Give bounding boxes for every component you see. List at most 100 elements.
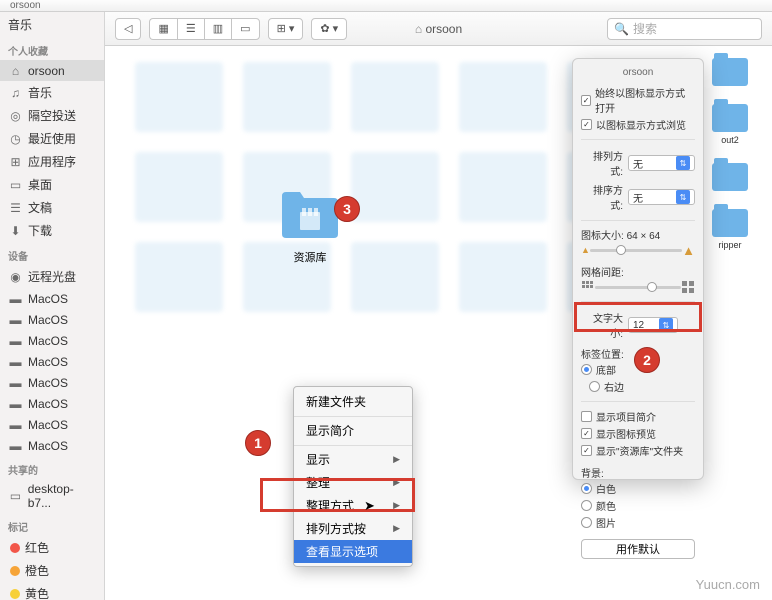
home-icon: ⌂ — [8, 63, 23, 78]
gallery-view-button[interactable]: ▭ — [231, 18, 259, 40]
sidebar-item-label: MacOS — [28, 418, 68, 432]
sidebar-item[interactable]: ◎ 隔空投送 — [0, 104, 104, 127]
drive-icon: ▬ — [8, 291, 23, 306]
sort-select[interactable]: 无⇅ — [628, 189, 695, 205]
grid-large-icon — [681, 280, 695, 294]
sidebar-item-label: 文稿 — [28, 199, 52, 216]
sidebar-item-label: 应用程序 — [28, 153, 76, 170]
sidebar-item[interactable]: ▬MacOS — [0, 309, 104, 330]
sidebar-title: 音乐 — [0, 12, 104, 37]
context-menu-item[interactable]: 显示简介 — [294, 416, 412, 442]
bg-color-radio[interactable]: 颜色 — [581, 497, 695, 514]
annotation-box-2 — [574, 302, 702, 332]
sidebar-item[interactable]: ◉ 远程光盘 — [0, 265, 104, 288]
view-options-popup: orsoon 始终以图标显示方式打开 以图标显示方式浏览 排列方式: 无⇅ 排序… — [572, 58, 704, 480]
arrange-select[interactable]: 无⇅ — [628, 155, 695, 171]
sidebar-item[interactable]: 黄色 — [0, 582, 104, 600]
bg-image-radio[interactable]: 图片 — [581, 514, 695, 531]
cursor-icon: ➤ — [364, 498, 375, 514]
always-icon-checkbox[interactable]: 始终以图标显示方式打开 — [581, 84, 695, 116]
sidebar-item[interactable]: ▬MacOS — [0, 351, 104, 372]
sidebar-item[interactable]: ⌂ orsoon — [0, 60, 104, 81]
back-button[interactable]: ◁ — [115, 18, 141, 40]
sidebar-item-label: desktop-b7... — [28, 482, 96, 510]
icon-size-slider[interactable]: ▲▲ — [581, 242, 695, 258]
airdrop-icon: ◎ — [8, 108, 23, 123]
arrange-row: 排列方式: 无⇅ — [581, 146, 695, 180]
sidebar-item-label: MacOS — [28, 376, 68, 390]
sidebar-item[interactable]: ♫音乐 — [0, 81, 104, 104]
clock-icon: ◷ — [8, 131, 23, 146]
action-button[interactable]: ✿ ▾ — [311, 18, 347, 40]
use-default-button[interactable]: 用作默认 — [581, 539, 695, 559]
sidebar-item-label: 音乐 — [28, 84, 52, 101]
sidebar-item[interactable]: ⊞应用程序 — [0, 150, 104, 173]
view-mode-group: ▦ ☰ ▥ ▭ — [149, 18, 259, 40]
context-menu-item[interactable]: 新建文件夹 — [294, 390, 412, 413]
disk-icon: ◉ — [8, 269, 23, 284]
file-item[interactable]: ripper — [705, 209, 755, 250]
grid-spacing-label: 网格间距: — [581, 264, 695, 279]
search-input[interactable]: 🔍 搜索 — [607, 18, 762, 40]
sidebar-item[interactable]: ◷ 最近使用 — [0, 127, 104, 150]
show-preview-checkbox[interactable]: 显示图标预览 — [581, 425, 695, 442]
sidebar-item[interactable]: ▬MacOS — [0, 393, 104, 414]
context-menu-item[interactable]: 查看显示选项 — [294, 540, 412, 563]
sidebar-item-label: orsoon — [28, 64, 65, 78]
sidebar-item[interactable]: ☰ 文稿 — [0, 196, 104, 219]
sidebar-item[interactable]: ▬ MacOS — [0, 435, 104, 456]
context-menu-item[interactable]: 排列方式按▶ — [294, 517, 412, 540]
sidebar-item[interactable]: ▬ MacOS — [0, 288, 104, 309]
sidebar-section-header: 标记 — [0, 513, 104, 536]
sidebar-item-label: 橙色 — [25, 562, 49, 579]
drive-icon: ▬ — [8, 417, 23, 432]
library-folder[interactable]: 资源库 — [280, 190, 340, 265]
sidebar-item-label: MacOS — [28, 292, 68, 306]
popup-title: orsoon — [581, 67, 695, 84]
drive-icon: ▬ — [8, 333, 23, 348]
drive-icon: ▬ — [8, 375, 23, 390]
chevron-right-icon: ▶ — [393, 523, 400, 534]
label-right-radio[interactable]: 右边 — [589, 378, 624, 395]
sidebar-item-label: 最近使用 — [28, 130, 76, 147]
sidebar-item[interactable]: ▭桌面 — [0, 173, 104, 196]
sidebar-item-label: 远程光盘 — [28, 268, 76, 285]
sidebar-item-label: 黄色 — [25, 585, 49, 600]
bg-white-radio[interactable]: 白色 — [581, 480, 695, 497]
sidebar-item[interactable]: ▭desktop-b7... — [0, 479, 104, 513]
annotation-badge-2: 2 — [634, 347, 660, 373]
context-menu-item[interactable]: 显示▶ — [294, 445, 412, 471]
sidebar-item-label: 隔空投送 — [28, 107, 76, 124]
sidebar-item[interactable]: 橙色 — [0, 559, 104, 582]
annotation-box-1 — [260, 478, 415, 512]
drive-icon: ▬ — [8, 438, 23, 453]
annotation-badge-1: 1 — [245, 430, 271, 456]
file-item[interactable] — [705, 163, 755, 191]
doc-icon: ☰ — [8, 200, 23, 215]
grid-spacing-slider[interactable] — [581, 279, 695, 295]
sidebar-item[interactable]: ▬ MacOS — [0, 330, 104, 351]
desktop-icon: ▭ — [8, 177, 23, 192]
chevron-right-icon: ▶ — [393, 454, 400, 465]
show-library-checkbox[interactable]: 显示"资源库"文件夹 — [581, 442, 695, 459]
sidebar-item[interactable]: 红色 — [0, 536, 104, 559]
sidebar-item[interactable]: ⬇下载 — [0, 219, 104, 242]
list-view-button[interactable]: ☰ — [177, 18, 204, 40]
column-view-button[interactable]: ▥ — [204, 18, 231, 40]
tag-dot-icon — [10, 543, 20, 553]
sidebar-item-label: MacOS — [28, 439, 68, 453]
icon-view-button[interactable]: ▦ — [149, 18, 176, 40]
search-icon: 🔍 — [614, 22, 629, 36]
arrange-button[interactable]: ⊞ ▾ — [268, 18, 304, 40]
browse-icon-checkbox[interactable]: 以图标显示方式浏览 — [581, 116, 695, 133]
sidebar-section-header: 设备 — [0, 242, 104, 265]
file-item[interactable]: out2 — [705, 104, 755, 145]
file-item[interactable] — [705, 58, 755, 86]
sidebar-item[interactable]: ▬ MacOS — [0, 414, 104, 435]
sort-row: 排序方式: 无⇅ — [581, 180, 695, 214]
folder-label: 资源库 — [280, 249, 340, 265]
sidebar-item[interactable]: ▬ MacOS — [0, 372, 104, 393]
sidebar-item-label: 下载 — [28, 222, 52, 239]
show-info-checkbox[interactable]: 显示项目简介 — [581, 408, 695, 425]
sidebar-item-label: MacOS — [28, 334, 68, 348]
